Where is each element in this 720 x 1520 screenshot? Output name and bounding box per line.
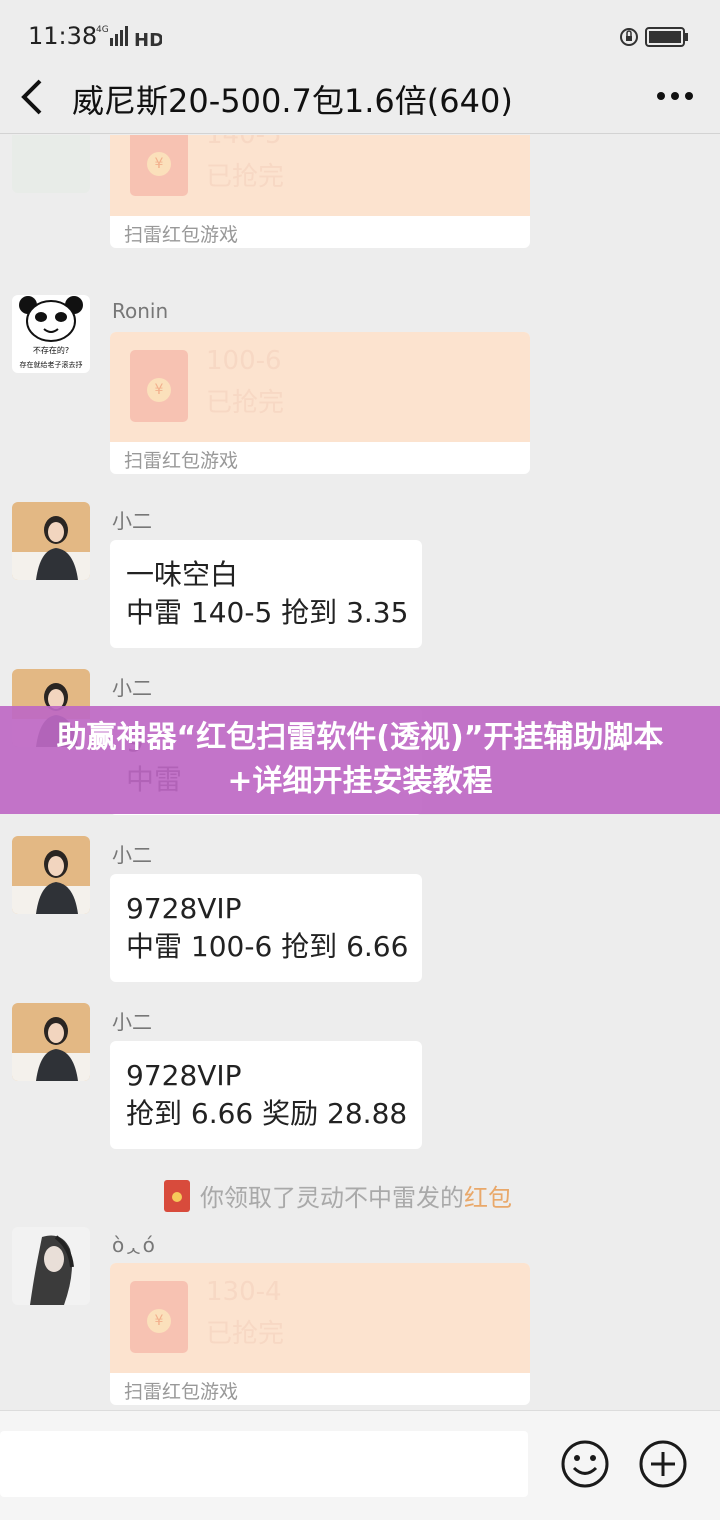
svg-text:HD: HD bbox=[134, 30, 162, 50]
text-message-bubble[interactable]: 9728VIP 中雷 100-6 抢到 6.66 bbox=[110, 874, 422, 982]
text-message-bubble[interactable]: 9728VIP 抢到 6.66 奖励 28.88 bbox=[110, 1041, 422, 1149]
avatar-panda[interactable]: 不存在的? 存在就给老子滚去抒 bbox=[12, 295, 90, 373]
message-input[interactable] bbox=[0, 1431, 528, 1497]
message-line-2: 中雷 140-5 抢到 3.35 bbox=[126, 596, 409, 629]
sender-name: 小二 bbox=[112, 1010, 152, 1034]
packet-footer: 扫雷红包游戏 bbox=[124, 224, 239, 246]
message-line-1: 9728VIP bbox=[126, 1059, 242, 1092]
message-line-1: 一味空白 bbox=[126, 558, 239, 591]
avatar-woman[interactable] bbox=[12, 1003, 90, 1081]
input-bar bbox=[0, 1410, 720, 1520]
signal-icon: 4G HD bbox=[96, 25, 162, 50]
sender-name: 小二 bbox=[112, 509, 152, 533]
status-bar: 11:38 4G HD bbox=[0, 0, 720, 72]
system-message-text: 你领取了灵动不中雷发的 bbox=[200, 1184, 464, 1212]
svg-text:4G: 4G bbox=[96, 25, 109, 35]
packet-footer: 扫雷红包游戏 bbox=[124, 450, 239, 472]
red-packet-icon bbox=[164, 1179, 190, 1212]
sender-name: òᆺó bbox=[112, 1233, 155, 1257]
packet-status: 已抢完 bbox=[206, 388, 285, 418]
packet-footer: 扫雷红包游戏 bbox=[124, 1381, 239, 1403]
packet-status: 已抢完 bbox=[206, 1319, 285, 1349]
packet-status: 已抢完 bbox=[206, 162, 285, 192]
avatar-girl[interactable] bbox=[12, 1227, 90, 1305]
person-photo-icon bbox=[12, 502, 90, 580]
text-message-bubble[interactable]: 一味空白 中雷 140-5 抢到 3.35 bbox=[110, 540, 422, 648]
plus-icon[interactable] bbox=[638, 1439, 688, 1489]
avatar-caption-1: 不存在的? bbox=[33, 345, 69, 355]
red-packet-link[interactable]: 红包 bbox=[464, 1184, 512, 1212]
chat-header: 威尼斯20-500.7包1.6倍(640) bbox=[0, 64, 720, 134]
promo-banner-text: 助赢神器“红包扫雷软件(透视)”开挂辅助脚本+详细开挂安装教程 bbox=[56, 720, 664, 799]
message-line-2: 抢到 6.66 奖励 28.88 bbox=[126, 1097, 408, 1130]
red-packet-card[interactable]: ¥ 100-6 已抢完 扫雷红包游戏 bbox=[110, 332, 530, 474]
sender-name: Ronin bbox=[112, 299, 169, 323]
more-options-icon[interactable] bbox=[656, 84, 694, 108]
message-line-1: 9728VIP bbox=[126, 892, 242, 925]
person-photo-icon bbox=[12, 1003, 90, 1081]
status-time: 11:38 bbox=[28, 22, 98, 50]
packet-title: 140-5 bbox=[206, 135, 282, 150]
avatar-caption-2: 存在就给老子滚去抒 bbox=[20, 360, 83, 369]
red-packet-icon: ¥ bbox=[130, 1281, 188, 1353]
sender-name: 小二 bbox=[112, 843, 152, 867]
red-packet-icon: ¥ bbox=[130, 350, 188, 422]
chat-title: 威尼斯20-500.7包1.6倍(640) bbox=[72, 82, 513, 120]
packet-title: 100-6 bbox=[206, 346, 282, 376]
red-packet-card[interactable]: ¥ 130-4 已抢完 扫雷红包游戏 bbox=[110, 1263, 530, 1405]
packet-title: 130-4 bbox=[206, 1277, 282, 1307]
message-line-2: 中雷 100-6 抢到 6.66 bbox=[126, 930, 409, 963]
avatar[interactable] bbox=[12, 135, 90, 193]
red-packet-card[interactable]: ¥ 140-5 已抢完 扫雷红包游戏 bbox=[110, 135, 530, 248]
person-photo-icon bbox=[12, 836, 90, 914]
emoji-icon[interactable] bbox=[560, 1439, 610, 1489]
person-photo-icon bbox=[12, 1227, 90, 1305]
system-message: 你领取了灵动不中雷发的红包 bbox=[164, 1178, 512, 1218]
panda-face-icon: 不存在的? 存在就给老子滚去抒 bbox=[19, 296, 83, 369]
avatar-woman[interactable] bbox=[12, 502, 90, 580]
sender-name: 小二 bbox=[112, 676, 152, 700]
promo-banner: 助赢神器“红包扫雷软件(透视)”开挂辅助脚本+详细开挂安装教程 bbox=[0, 706, 720, 814]
battery-icon bbox=[620, 27, 688, 47]
red-packet-icon: ¥ bbox=[130, 135, 188, 196]
back-arrow-icon[interactable] bbox=[20, 78, 46, 116]
avatar-woman[interactable] bbox=[12, 836, 90, 914]
